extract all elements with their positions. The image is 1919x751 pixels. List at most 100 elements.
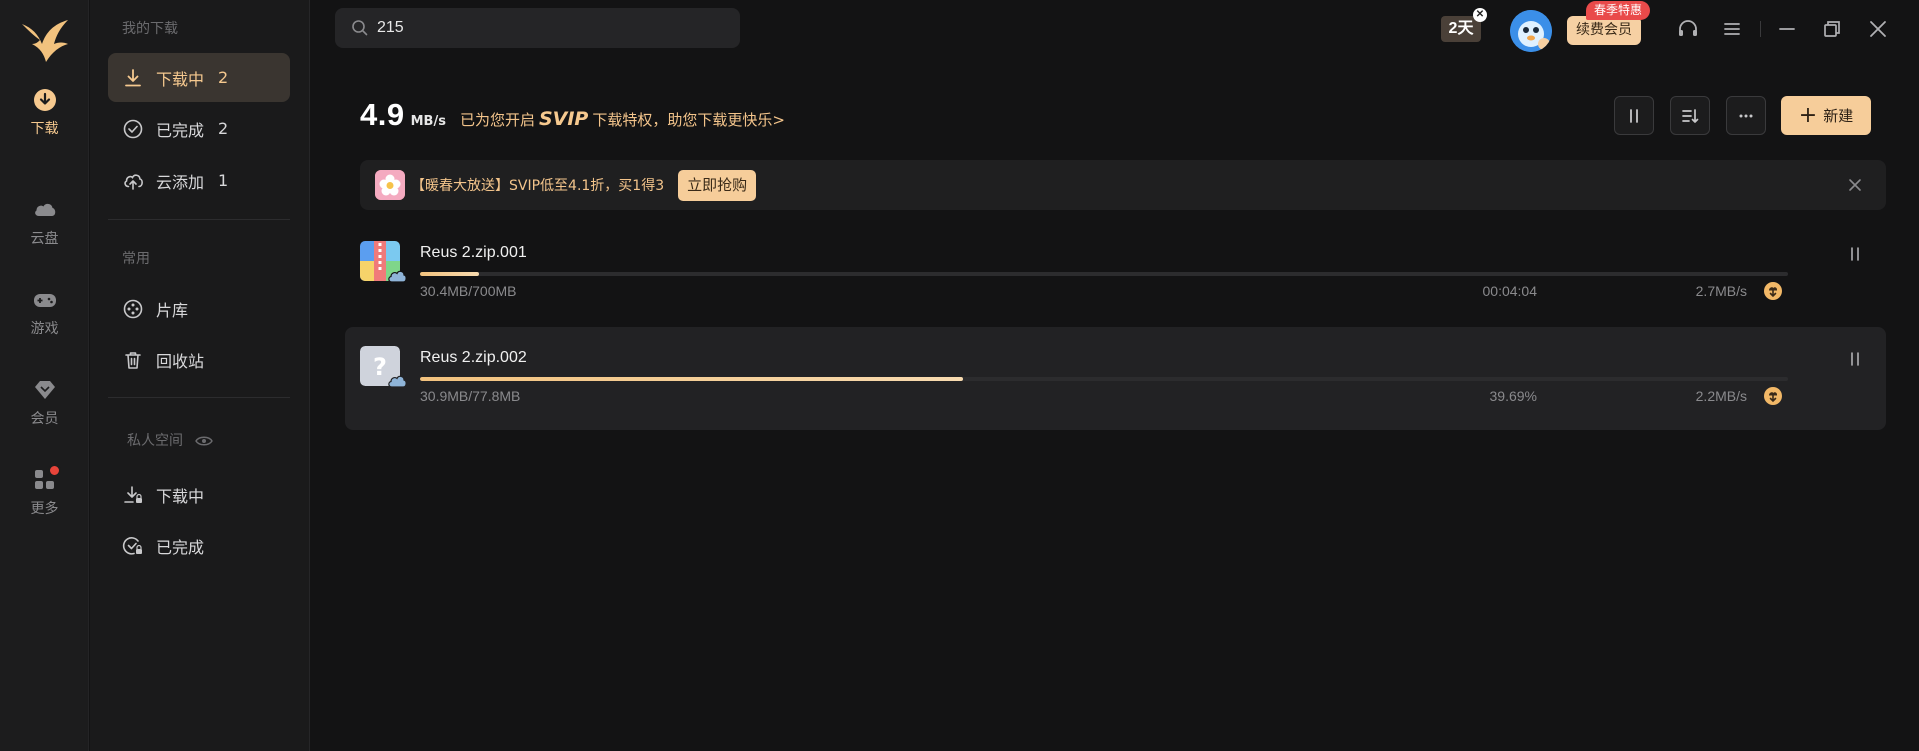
sidebar-item-count: 1	[218, 171, 229, 190]
svip-promo-link[interactable]: 已为您开启 SVIP 下载特权，助您下载更快乐>	[460, 108, 785, 130]
restore-icon[interactable]	[1820, 17, 1844, 41]
trash-icon	[125, 351, 141, 369]
sort-icon	[1682, 108, 1699, 123]
new-task-button[interactable]: + 新建	[1781, 96, 1871, 135]
sidebar-item-count: 2	[218, 119, 229, 138]
download-task-row[interactable]: ? Reus 2.zip.002 30.9MB/77.8MB 39.69% 2.…	[345, 327, 1886, 430]
rail-label: 下载	[30, 121, 59, 137]
rail-label: 更多	[30, 501, 59, 517]
download-task-row[interactable]: Reus 2.zip.001 30.4MB/700MB 00:04:04 2.7…	[345, 222, 1886, 325]
pause-icon[interactable]	[1845, 349, 1865, 369]
renew-vip-button[interactable]: 续费会员	[1567, 16, 1641, 45]
sidebar-item-label: 下载中	[156, 69, 205, 89]
minimize-icon[interactable]	[1775, 17, 1799, 41]
divider	[1760, 21, 1761, 37]
accelerate-badge-icon	[1764, 387, 1782, 405]
flower-icon	[375, 170, 405, 200]
divider	[108, 219, 290, 220]
notification-dot	[48, 464, 61, 477]
sidebar-item-downloading[interactable]: 下载中 2	[108, 53, 290, 102]
cloud-badge-icon	[388, 375, 407, 388]
sidebar-item-label: 已完成	[156, 120, 205, 140]
side-nav: 我的下载 下载中 2 已完成 2 云添加 1 常用 片库 回收站 私人空间 下载…	[90, 0, 310, 751]
task-speed: 2.7MB/s	[1695, 283, 1747, 299]
cloud-badge-icon	[388, 270, 407, 283]
diamond-icon	[34, 381, 55, 399]
task-file-name: Reus 2.zip.002	[420, 349, 527, 366]
private-space-label: 私人空间	[127, 433, 183, 449]
rail-item-cloud[interactable]: 云盘	[0, 196, 89, 248]
cloud-icon	[34, 203, 55, 216]
promo-banner: 【暖春大放送】SVIP低至4.1折，买1得3 立即抢购	[360, 160, 1886, 210]
sidebar-item-label: 已完成	[156, 537, 205, 557]
rail-item-vip[interactable]: 会员	[0, 376, 89, 428]
task-size: 30.9MB/77.8MB	[420, 388, 521, 404]
sidebar-item-label: 下载中	[156, 486, 205, 506]
rail-item-download[interactable]: 下载	[0, 86, 89, 138]
promo-prefix: 已为您开启	[459, 111, 535, 129]
task-speed: 2.2MB/s	[1695, 388, 1747, 404]
buy-now-button[interactable]: 立即抢购	[678, 169, 757, 201]
total-speed-value: 4.9	[360, 97, 405, 132]
sidebar-item-private-completed[interactable]: 已完成	[108, 521, 290, 570]
avatar[interactable]	[1510, 10, 1552, 52]
headset-icon[interactable]	[1676, 17, 1700, 41]
close-icon[interactable]: ✕	[1473, 8, 1487, 22]
total-speed-unit: MB/s	[410, 114, 446, 129]
section-title-common: 常用	[122, 251, 150, 267]
progress-fill	[420, 377, 963, 381]
progress-fill	[420, 272, 480, 276]
sidebar-item-label: 云添加	[156, 172, 205, 192]
section-title-private: 私人空间	[127, 430, 214, 450]
promo-tag: 春季特惠	[1586, 1, 1651, 20]
sidebar-item-cloud-add[interactable]: 云添加 1	[108, 156, 290, 205]
progress-bar	[420, 377, 1788, 381]
app-rail: 下载 云盘 游戏 会员 更多	[0, 0, 89, 751]
rail-label: 会员	[30, 411, 59, 427]
banner-text: 【暖春大放送】SVIP低至4.1折，买1得3	[411, 178, 665, 194]
task-progress-percent: 39.69%	[1489, 388, 1537, 404]
download-circle-icon	[33, 89, 56, 111]
pause-icon	[1630, 108, 1638, 123]
search-box[interactable]	[335, 8, 740, 48]
sidebar-item-library[interactable]: 片库	[108, 284, 290, 333]
task-remaining-time: 00:04:04	[1482, 283, 1538, 299]
close-icon[interactable]	[1844, 174, 1866, 196]
rail-label: 游戏	[30, 321, 59, 337]
svg-text:?: ?	[373, 353, 387, 381]
sidebar-item-recycle-bin[interactable]: 回收站	[108, 335, 290, 384]
new-task-label: 新建	[1823, 107, 1854, 125]
section-title-my-downloads: 我的下载	[122, 21, 178, 37]
check-circle-icon	[123, 119, 143, 138]
app-logo-icon	[22, 20, 68, 62]
trial-days-badge[interactable]: 2天 ✕	[1441, 8, 1487, 42]
eye-icon[interactable]	[195, 435, 214, 447]
film-reel-icon	[123, 299, 143, 318]
divider	[108, 397, 290, 398]
sidebar-item-private-downloading[interactable]: 下载中	[108, 470, 290, 519]
rail-label: 云盘	[30, 231, 59, 247]
search-icon	[352, 20, 368, 36]
rail-item-games[interactable]: 游戏	[0, 286, 89, 338]
plus-icon: +	[1798, 102, 1818, 128]
sidebar-item-count: 2	[218, 68, 229, 87]
download-lock-icon	[124, 485, 142, 503]
close-icon[interactable]	[1866, 17, 1890, 41]
check-lock-icon	[122, 536, 142, 555]
search-input[interactable]	[377, 19, 717, 37]
rail-item-more[interactable]: 更多	[0, 464, 89, 518]
pause-icon[interactable]	[1845, 244, 1865, 264]
menu-icon[interactable]	[1720, 17, 1744, 41]
more-options-button[interactable]	[1726, 96, 1766, 135]
speed-summary: 4.9 MB/s 已为您开启 SVIP 下载特权，助您下载更快乐>	[360, 97, 785, 133]
sidebar-item-label: 片库	[156, 300, 189, 320]
progress-bar	[420, 272, 1788, 276]
sidebar-item-completed[interactable]: 已完成 2	[108, 104, 290, 153]
sort-button[interactable]	[1670, 96, 1710, 135]
promo-suffix: 下载特权，助您下载更快乐>	[592, 111, 785, 129]
promo-brand: SVIP	[538, 108, 589, 130]
download-icon	[125, 68, 141, 86]
pause-all-button[interactable]	[1614, 96, 1654, 135]
gamepad-icon	[33, 294, 56, 307]
cloud-upload-icon	[124, 173, 143, 190]
